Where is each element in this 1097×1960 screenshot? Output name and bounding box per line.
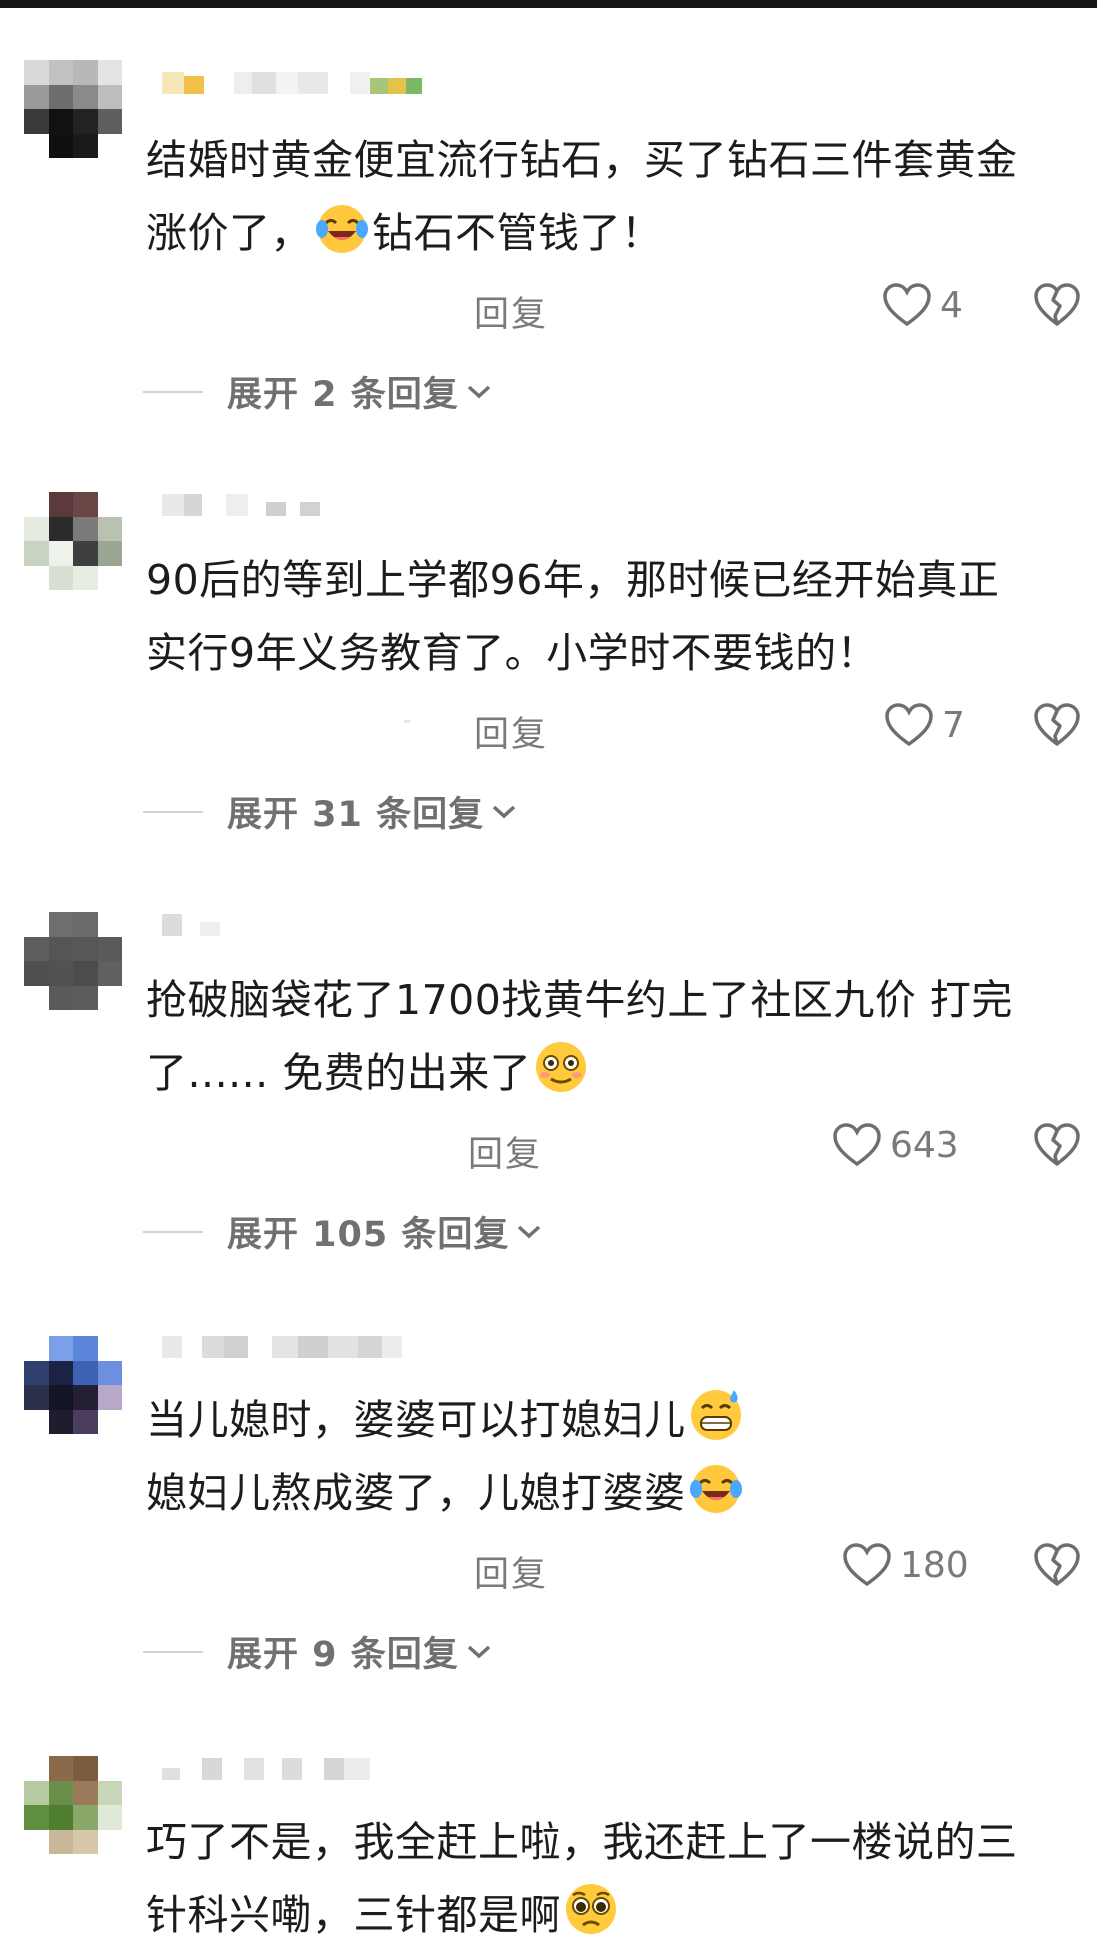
chevron-down-icon bbox=[518, 1225, 541, 1238]
heart-icon bbox=[885, 703, 933, 747]
heart-icon bbox=[833, 1123, 881, 1167]
heart-icon bbox=[883, 283, 931, 327]
status-bar-edge bbox=[0, 0, 1097, 8]
flushed-emoji bbox=[533, 1039, 589, 1095]
username[interactable] bbox=[162, 72, 422, 94]
like-count: 7 bbox=[942, 704, 965, 746]
heart-icon bbox=[843, 1543, 891, 1587]
laughing-crying-emoji bbox=[688, 1459, 744, 1515]
pleading-emoji bbox=[563, 1881, 619, 1937]
divider bbox=[404, 720, 410, 723]
like-button[interactable]: 7 bbox=[884, 702, 965, 748]
like-count: 643 bbox=[890, 1124, 959, 1166]
broken-heart-icon[interactable] bbox=[1034, 1122, 1080, 1168]
broken-heart-icon[interactable] bbox=[1034, 1542, 1080, 1588]
divider bbox=[143, 1230, 203, 1233]
like-button[interactable]: 643 bbox=[832, 1122, 959, 1168]
expand-replies[interactable]: 展开 105 条回复 bbox=[143, 1206, 543, 1257]
comment-text: 当儿媳时，婆婆可以打媳妇儿 媳妇儿熬成婆了，儿媳打婆婆 bbox=[146, 1384, 1076, 1530]
expand-replies[interactable]: 展开 2 条回复 bbox=[143, 366, 493, 417]
avatar[interactable] bbox=[24, 60, 122, 158]
comment-text: 结婚时黄金便宜流行钻石，买了钻石三件套黄金 涨价了， 钻石不管钱了！ bbox=[146, 136, 1018, 257]
like-count: 4 bbox=[940, 284, 963, 326]
username[interactable] bbox=[162, 1758, 370, 1780]
reply-button[interactable]: 回复 bbox=[474, 706, 548, 757]
chevron-down-icon bbox=[467, 1645, 490, 1658]
broken-heart-icon[interactable] bbox=[1034, 702, 1080, 748]
broken-heart-icon[interactable] bbox=[1034, 282, 1080, 328]
username[interactable] bbox=[162, 914, 220, 936]
comment-text: 巧了不是，我全赶上啦，我还赶上了一楼说的三 针科兴嘞，三针都是啊 bbox=[146, 1818, 1018, 1939]
avatar[interactable] bbox=[24, 1336, 122, 1434]
like-button[interactable]: 180 bbox=[842, 1542, 969, 1588]
like-button[interactable]: 4 bbox=[882, 282, 963, 328]
avatar[interactable] bbox=[24, 912, 122, 1010]
username[interactable] bbox=[162, 1336, 402, 1358]
chevron-down-icon bbox=[492, 805, 516, 818]
avatar[interactable] bbox=[24, 492, 122, 590]
reply-button[interactable]: 回复 bbox=[468, 1126, 542, 1177]
like-count: 180 bbox=[900, 1544, 969, 1586]
comment-text: 抢破脑袋花了1700找黄牛约上了社区九价 打完 了...... 免费的出来了 bbox=[146, 976, 1013, 1097]
chevron-down-icon bbox=[467, 385, 490, 398]
divider bbox=[143, 390, 203, 393]
expand-replies[interactable]: 展开 9 条回复 bbox=[143, 1626, 493, 1677]
divider bbox=[143, 810, 203, 813]
reply-button[interactable]: 回复 bbox=[474, 1546, 548, 1597]
grin-sweat-emoji bbox=[688, 1386, 744, 1442]
laughing-crying-emoji bbox=[314, 199, 370, 255]
comment-text: 90后的等到上学都96年，那时候已经开始真正 实行9年义务教育了。小学时不要钱的… bbox=[146, 556, 1000, 677]
avatar[interactable] bbox=[24, 1756, 122, 1854]
username[interactable] bbox=[162, 494, 320, 516]
reply-button[interactable]: 回复 bbox=[474, 286, 548, 337]
divider bbox=[143, 1650, 203, 1653]
expand-replies[interactable]: 展开 31 条回复 bbox=[143, 786, 518, 837]
